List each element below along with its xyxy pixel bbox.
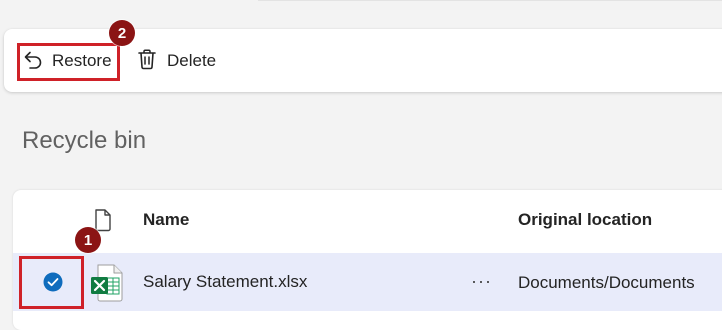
delete-button[interactable]: Delete: [136, 48, 216, 74]
selection-highlight-box: [19, 256, 84, 309]
excel-file-icon: [90, 264, 124, 307]
more-options-button[interactable]: ···: [471, 271, 492, 292]
top-divider: [258, 0, 722, 1]
page-title: Recycle bin: [22, 127, 147, 154]
trash-icon: [136, 48, 158, 75]
original-location-cell: Documents/Documents: [518, 273, 695, 292]
column-header-original-location[interactable]: Original location: [518, 210, 652, 230]
delete-label: Delete: [167, 51, 217, 70]
step-badge-2: 2: [109, 20, 135, 46]
column-header-name[interactable]: Name: [143, 210, 189, 230]
step-badge-1: 1: [75, 227, 101, 253]
file-name-cell[interactable]: Salary Statement.xlsx: [143, 272, 307, 292]
restore-highlight-box: [17, 43, 120, 81]
